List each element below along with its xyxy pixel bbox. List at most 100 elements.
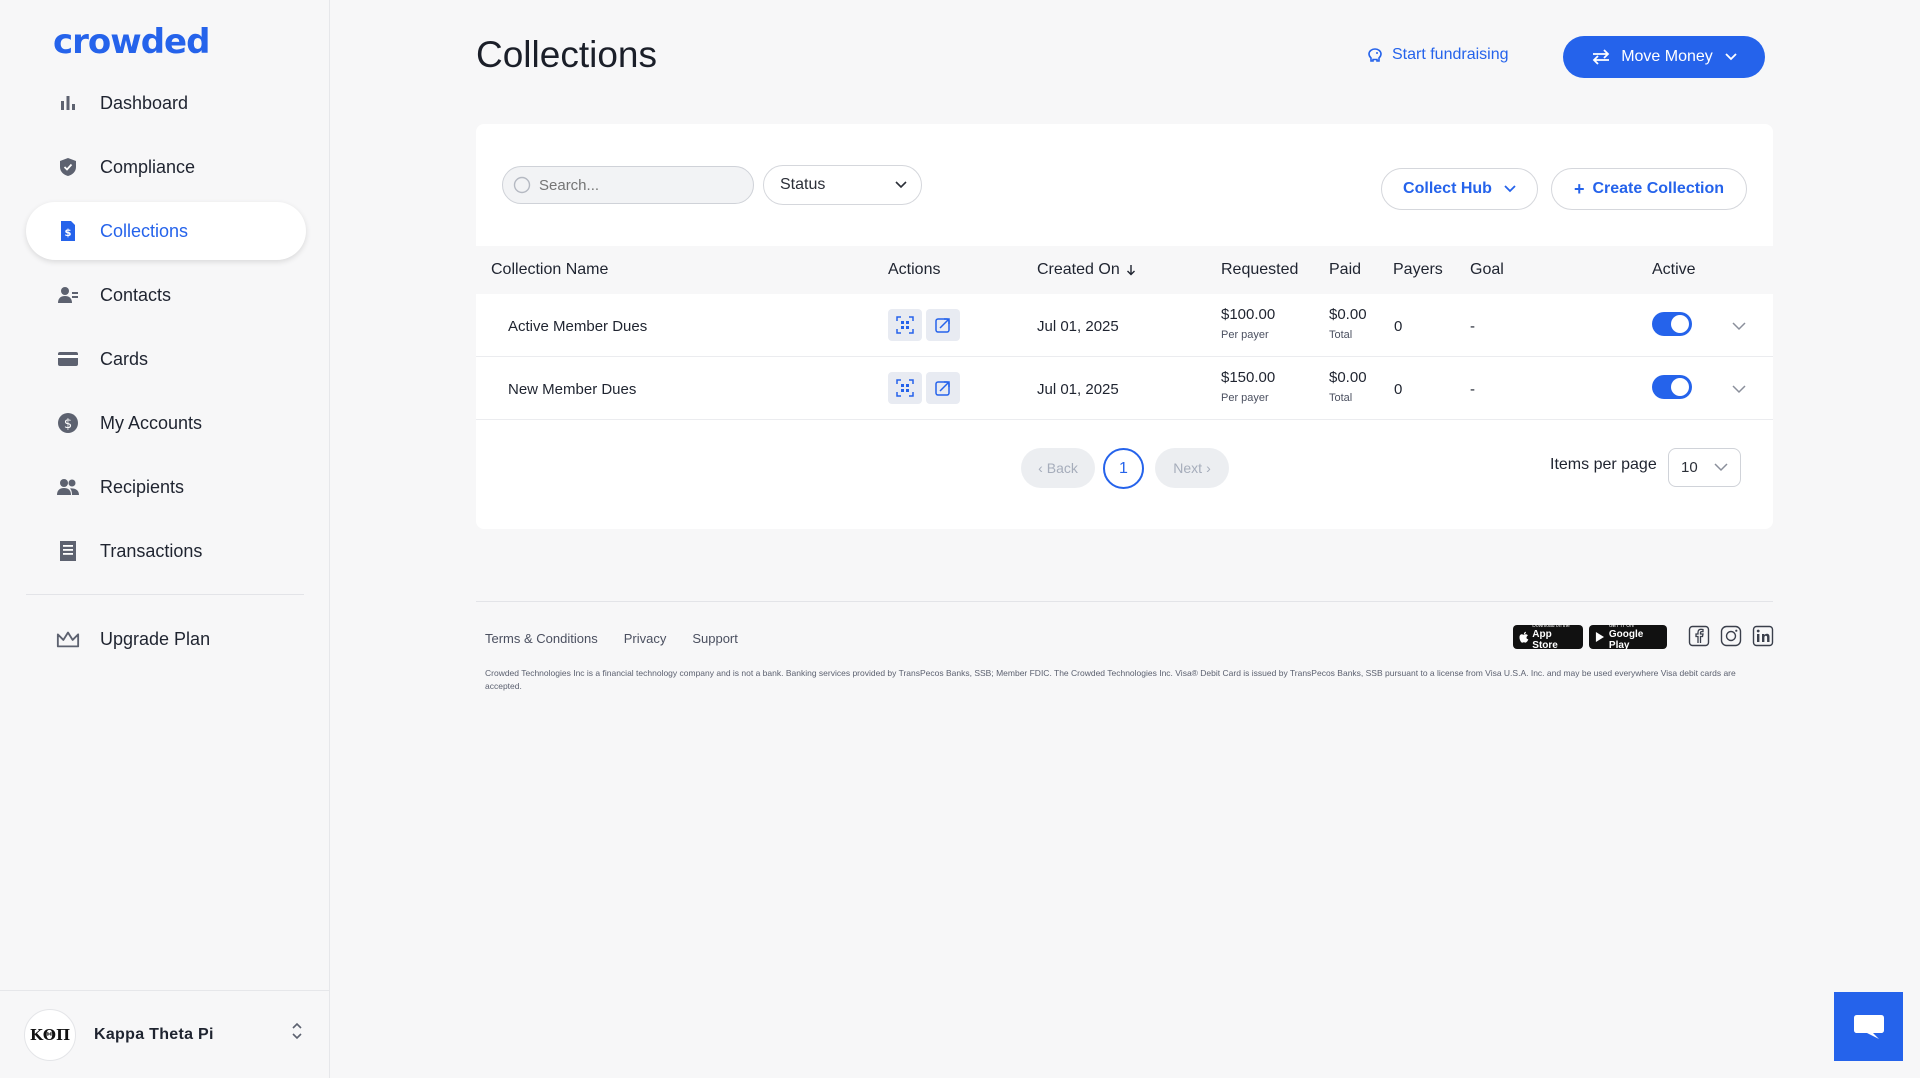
play-store-icon <box>1595 632 1605 642</box>
chevron-up-down-icon[interactable] <box>290 1021 304 1046</box>
google-play-badge[interactable]: GET IT ON Google Play <box>1589 623 1667 651</box>
sidebar-item-label: My Accounts <box>100 412 203 433</box>
contacts-icon <box>56 283 80 307</box>
requested-amount: $150.00 Per payer <box>1221 369 1275 404</box>
status-filter-select[interactable]: Status <box>763 165 922 205</box>
sidebar-item-cards[interactable]: Cards <box>26 330 306 388</box>
org-switcher[interactable]: ΚΘΠ Kappa Theta Pi <box>0 990 330 1078</box>
svg-text:$: $ <box>64 417 72 432</box>
paid-sub: Total <box>1329 329 1353 341</box>
status-filter-label: Status <box>780 176 826 193</box>
sidebar-item-upgrade-plan[interactable]: Upgrade Plan <box>26 610 306 668</box>
plus-icon: + <box>1573 178 1585 199</box>
footer-link-terms[interactable]: Terms & Conditions <box>485 631 598 646</box>
chevron-down-icon <box>1504 185 1516 193</box>
crowded-logo[interactable]: crowded <box>53 22 210 62</box>
qr-code-button[interactable] <box>888 309 922 341</box>
pagination-next-button[interactable]: Next › <box>1155 448 1229 488</box>
active-toggle[interactable] <box>1652 312 1692 336</box>
footer-divider <box>476 601 1773 602</box>
app-store-text: Download on the App Store <box>1532 623 1570 651</box>
app-store-badge[interactable]: Download on the App Store <box>1513 623 1583 651</box>
chat-support-button[interactable] <box>1834 992 1903 1061</box>
goal-value: - <box>1470 318 1475 335</box>
create-collection-label: Create Collection <box>1592 180 1725 197</box>
pagination-page-button[interactable]: 1 <box>1103 448 1144 489</box>
items-per-page-select[interactable]: 10 <box>1668 448 1741 487</box>
credit-card-icon <box>56 347 80 371</box>
qr-code-button[interactable] <box>888 372 922 404</box>
items-per-page-value: 10 <box>1681 459 1698 476</box>
footer-links: Terms & Conditions Privacy Support <box>485 631 764 646</box>
created-on: Jul 01, 2025 <box>1037 318 1119 335</box>
search-input[interactable] <box>539 176 739 194</box>
svg-text:$: $ <box>65 228 72 239</box>
chevron-down-icon <box>1725 53 1737 61</box>
sidebar-item-label: Collections <box>100 220 189 241</box>
sidebar: crowded Dashboard Compliance $ Collectio… <box>0 0 330 1078</box>
org-avatar: ΚΘΠ <box>24 1008 76 1061</box>
collection-name[interactable]: New Member Dues <box>508 381 636 398</box>
sidebar-item-recipients[interactable]: Recipients <box>26 458 306 516</box>
bar-chart-icon <box>56 91 80 115</box>
table-row[interactable]: New Member Dues Jul 01, 2025 $150.00 Per… <box>476 357 1773 420</box>
chevron-right-icon: › <box>1206 460 1211 476</box>
share-link-button[interactable] <box>926 372 960 404</box>
paid-amount: $0.00 Total <box>1329 306 1367 341</box>
sidebar-item-collections[interactable]: $ Collections <box>26 202 306 260</box>
facebook-icon[interactable] <box>1688 625 1710 647</box>
created-on: Jul 01, 2025 <box>1037 381 1119 398</box>
sidebar-item-label: Contacts <box>100 284 172 305</box>
footer-link-privacy[interactable]: Privacy <box>624 631 667 646</box>
paid-amount: $0.00 Total <box>1329 369 1367 404</box>
requested-value: $100.00 <box>1221 306 1276 323</box>
active-toggle[interactable] <box>1652 375 1692 399</box>
requested-value: $150.00 <box>1221 369 1276 386</box>
move-money-label: Move Money <box>1621 48 1713 65</box>
share-link-button[interactable] <box>926 309 960 341</box>
chevron-down-icon[interactable] <box>1732 318 1746 336</box>
instagram-icon[interactable] <box>1720 625 1742 647</box>
column-header-requested: Requested <box>1221 261 1299 278</box>
sidebar-item-my-accounts[interactable]: $ My Accounts <box>26 394 306 452</box>
pagination-back-button[interactable]: ‹ Back <box>1021 448 1095 488</box>
dollar-circle-icon: $ <box>56 411 80 435</box>
dollar-document-icon: $ <box>56 219 80 243</box>
sidebar-upgrade: Upgrade Plan <box>26 610 306 674</box>
sidebar-nav: Dashboard Compliance $ Collections Conta… <box>26 74 306 586</box>
paid-value: $0.00 <box>1329 306 1367 323</box>
crown-icon <box>56 627 80 651</box>
paid-value: $0.00 <box>1329 369 1367 386</box>
column-header-label: Created On <box>1037 261 1120 278</box>
people-icon <box>56 475 80 499</box>
table-row[interactable]: Active Member Dues Jul 01, 2025 $100.00 … <box>476 294 1773 357</box>
collection-name[interactable]: Active Member Dues <box>508 318 647 335</box>
items-per-page-label: Items per page <box>1550 456 1657 473</box>
sidebar-item-compliance[interactable]: Compliance <box>26 138 306 196</box>
requested-sub: Per payer <box>1221 392 1269 404</box>
requested-sub: Per payer <box>1221 329 1269 341</box>
sidebar-item-label: Recipients <box>100 476 185 497</box>
chevron-down-icon[interactable] <box>1732 381 1746 399</box>
linkedin-icon[interactable] <box>1752 625 1774 647</box>
search-box[interactable] <box>502 166 754 204</box>
apple-icon <box>1519 631 1529 643</box>
requested-amount: $100.00 Per payer <box>1221 306 1275 341</box>
column-header-collection-name[interactable]: Collection Name <box>491 261 608 279</box>
payers-count: 0 <box>1394 318 1403 335</box>
create-collection-button[interactable]: + Create Collection <box>1551 168 1747 210</box>
footer-link-support[interactable]: Support <box>692 631 738 646</box>
column-header-created-on[interactable]: Created On <box>1037 261 1136 279</box>
collect-hub-button[interactable]: Collect Hub <box>1381 168 1538 210</box>
sidebar-item-label: Compliance <box>100 156 196 177</box>
column-header-payers: Payers <box>1393 261 1443 278</box>
sidebar-item-contacts[interactable]: Contacts <box>26 266 306 324</box>
sidebar-item-dashboard[interactable]: Dashboard <box>26 74 306 132</box>
qr-code-icon <box>896 316 914 334</box>
sidebar-item-label: Cards <box>100 348 149 369</box>
google-play-text: GET IT ON Google Play <box>1608 623 1644 651</box>
start-fundraising-link[interactable]: Start fundraising <box>1366 46 1509 64</box>
sidebar-item-transactions[interactable]: Transactions <box>26 522 306 580</box>
move-money-button[interactable]: Move Money <box>1563 36 1765 78</box>
piggy-bank-icon <box>1368 48 1382 62</box>
